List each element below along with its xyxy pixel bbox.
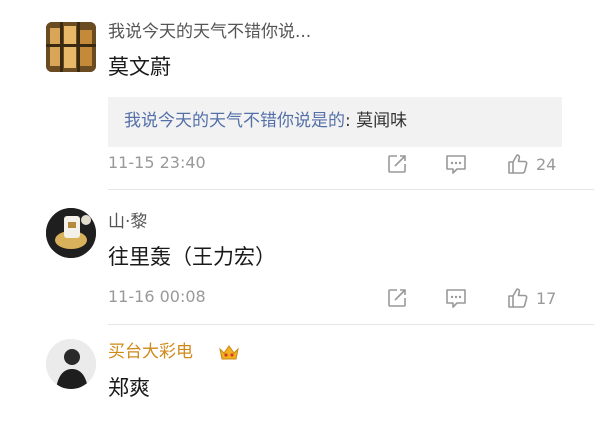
comment-item: 买台大彩电 郑爽 [0,325,594,436]
reply-author[interactable]: 莫闻味 [356,111,407,131]
timestamp: 11-16 00:08 [108,287,206,306]
reply-button[interactable] [444,151,468,177]
share-icon [388,289,406,307]
username[interactable]: 我说今天的天气不错你说... [108,22,311,42]
avatar[interactable] [46,22,96,72]
username-vip[interactable]: 买台大彩电 [108,342,193,362]
like-button[interactable]: 17 [506,285,556,311]
comment-item: 山·黎 往里轰（王力宏） 11-16 00:08 17 [0,190,594,325]
avatar[interactable] [46,208,96,258]
vip-crown-icon [219,345,239,360]
timestamp: 11-15 23:40 [108,153,206,172]
comment-icon [446,155,466,174]
comment-meta: 11-16 00:08 17 [108,285,568,311]
like-count: 24 [536,154,557,174]
share-button[interactable] [386,151,408,177]
comment-icon [446,289,466,308]
like-icon [508,288,528,308]
share-button[interactable] [386,285,408,311]
like-count: 17 [536,288,557,308]
share-icon [388,155,406,173]
avatar-image [46,339,96,389]
like-button[interactable]: 24 [506,151,556,177]
avatar-image [46,22,96,72]
comment-item: 我说今天的天气不错你说... 莫文蔚 我说今天的天气不错你说是的: 莫闻味 11… [0,0,594,190]
avatar[interactable] [46,339,96,389]
comment-text: 莫文蔚 [108,55,171,79]
reply-separator: : [345,111,351,131]
reply-button[interactable] [444,285,468,311]
avatar-image [46,208,96,258]
comment-meta: 11-15 23:40 24 [108,151,568,177]
like-icon [508,154,528,174]
comment-text: 往里轰（王力宏） [108,245,276,269]
reply-text: 我说今天的天气不错你说是的: 莫闻味 [124,110,407,132]
username[interactable]: 山·黎 [108,212,147,232]
reply-box[interactable]: 我说今天的天气不错你说是的: 莫闻味 [108,97,562,147]
comment-text: 郑爽 [108,376,150,400]
reply-quoted-text[interactable]: 我说今天的天气不错你说是的 [124,111,345,131]
